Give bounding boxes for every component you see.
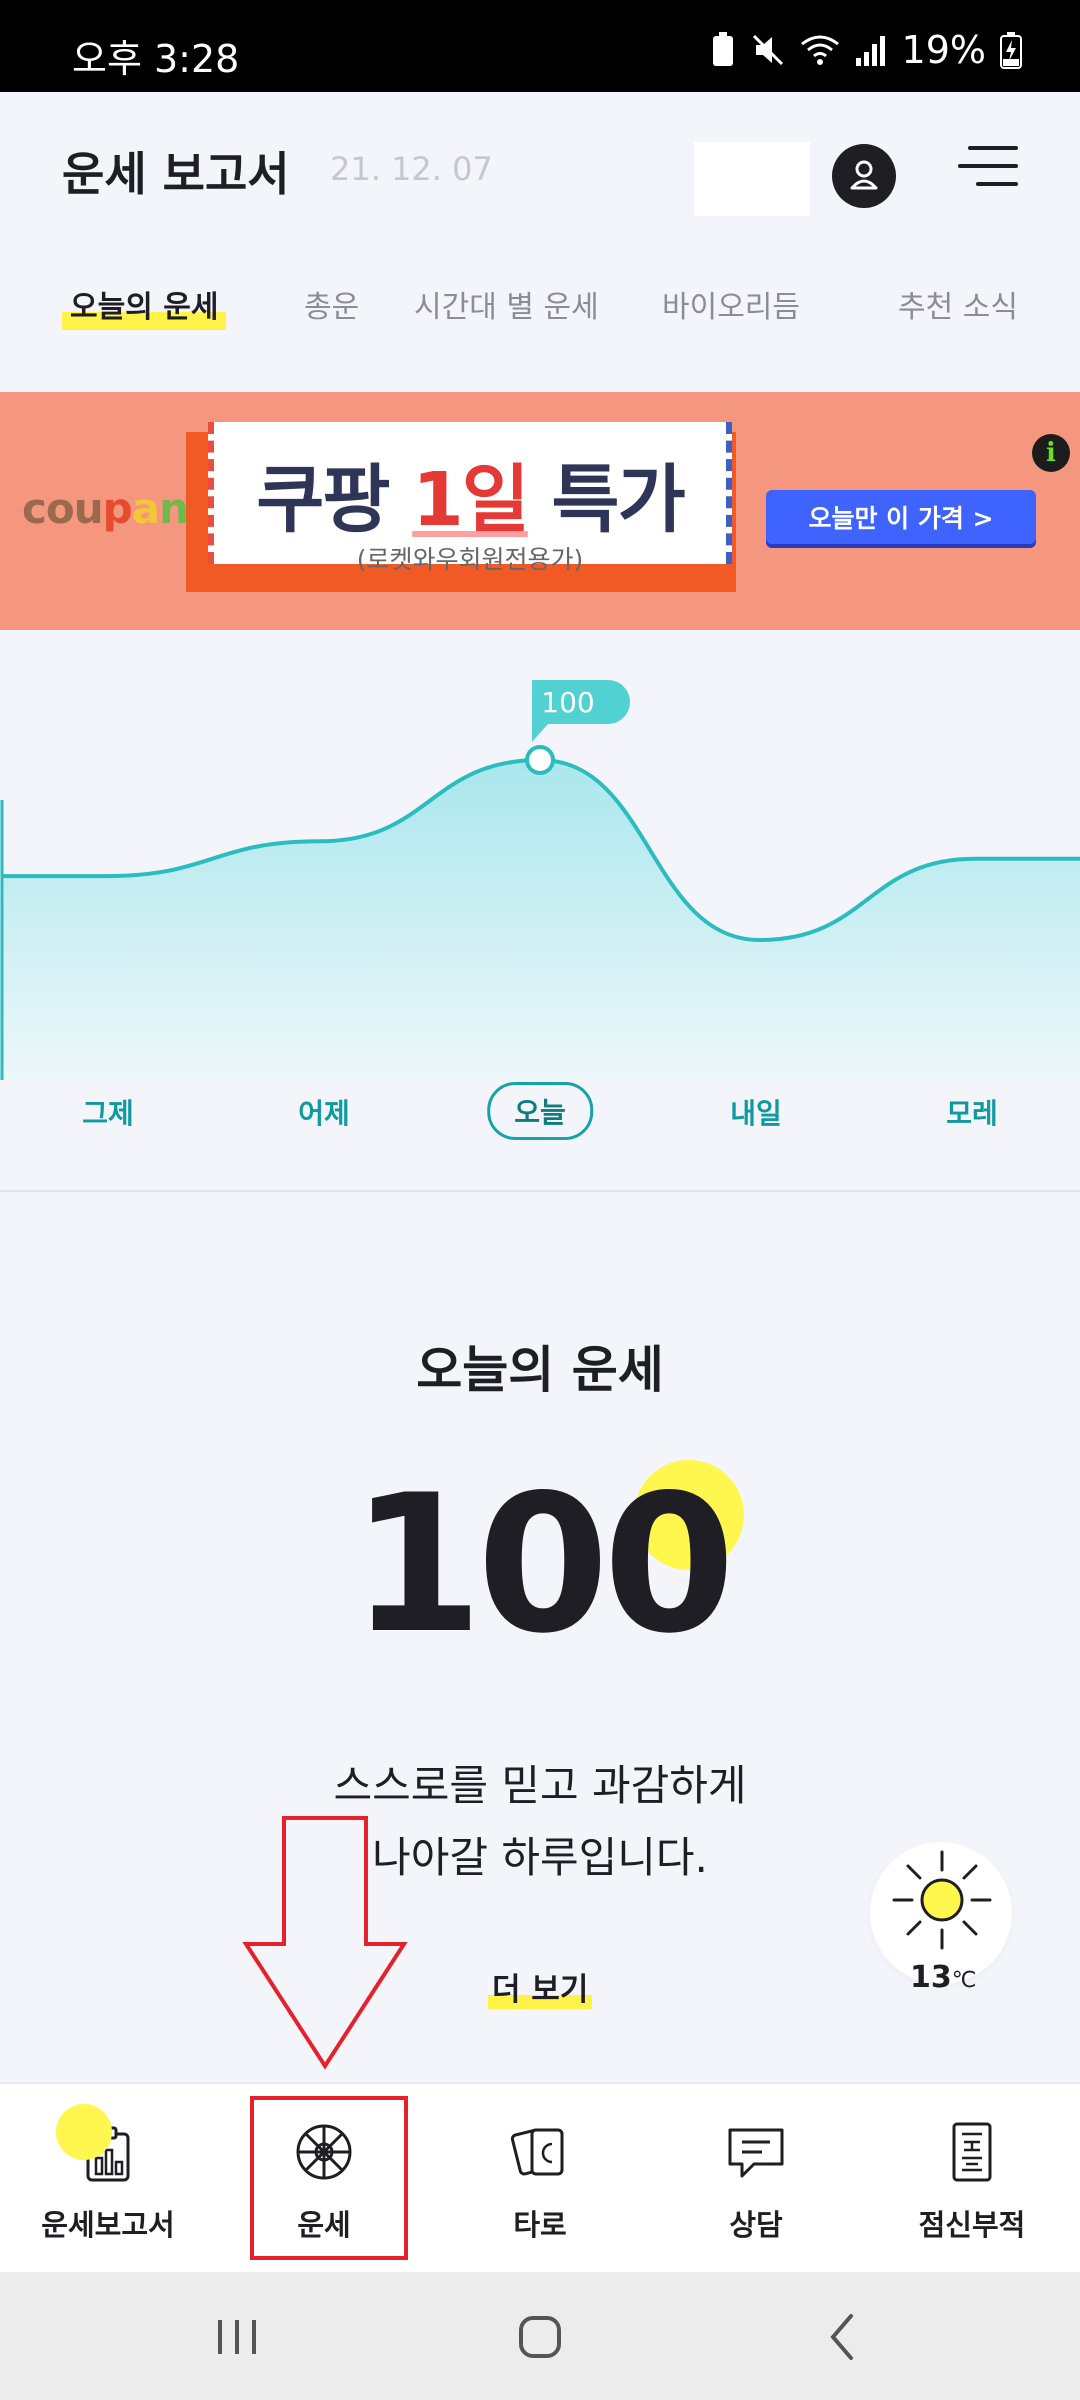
day-label-day-before[interactable]: 그제 [82,1092,134,1132]
fortune-chart: 100 [0,680,1080,1080]
back-icon[interactable] [797,2302,887,2372]
recent-apps-icon[interactable] [192,2302,282,2372]
battery-percent: 19% [901,28,986,72]
nav-talisman[interactable]: 점신부적 [864,2084,1080,2274]
chart-point-today [525,745,555,775]
tab-recommended-news[interactable]: 추천 소식 [898,282,1018,326]
nav-label-consult: 상담 [729,2208,783,2242]
day-label-tomorrow[interactable]: 내일 [730,1092,782,1132]
menu-button[interactable] [956,142,1020,192]
status-bar: 오후 3:28 19% [0,0,1080,92]
talisman-icon [952,2122,992,2182]
status-icons: 19% [710,28,1022,72]
header-blank-box [694,142,810,216]
system-nav-bar [0,2272,1080,2400]
nav-tarot[interactable]: 타로 [432,2084,648,2274]
ad-info-icon[interactable]: i [1032,434,1070,472]
tab-bar: 오늘의 운세 총운 시간대 별 운세 바이오리듬 추천 소식 [0,260,1080,350]
home-icon[interactable] [495,2302,585,2372]
annotation-highlight-box [250,2096,408,2260]
fortune-desc-line1: 스스로를 믿고 과감하게 [333,1761,747,1810]
wifi-icon [800,35,839,65]
app-header: 운세 보고서 21. 12. 07 [0,92,1080,242]
signal-icon [855,36,885,66]
profile-button[interactable] [832,144,896,208]
ad-card: 쿠팡 1일 특가 (로켓와우회원전용가) [208,422,732,574]
fortune-title: 오늘의 운세 [416,1341,664,1399]
more-button[interactable]: 더 보기 [487,1964,593,2009]
user-icon [850,160,878,190]
nav-label-talisman: 점신부적 [918,2208,1026,2242]
nav-label-tarot: 타로 [513,2208,567,2242]
battery-charging-icon [1000,32,1022,69]
day-label-yesterday[interactable]: 어제 [298,1092,350,1132]
ad-cta-button[interactable]: 오늘만 이 가격 > [766,490,1036,544]
mute-icon [752,34,783,66]
chart-day-labels: 그제 어제 오늘 내일 모레 [0,1082,1080,1146]
nav-label-fortune-report: 운세보고서 [41,2208,175,2242]
bottom-nav: 운세보고서 운세 타로 상담 점신부적 [0,2082,1080,2274]
sun-icon [892,1850,992,1950]
annotation-arrow [242,1816,408,2070]
tarot-icon [510,2128,564,2176]
nav-yellow-dot [56,2104,112,2160]
day-label-today[interactable]: 오늘 [487,1082,593,1140]
chat-icon [728,2128,784,2178]
chart-value-label: 100 [541,686,594,719]
tab-biorhythm[interactable]: 바이오리듬 [662,282,800,326]
weather-temp: 13℃ [910,1960,977,1995]
header-date: 21. 12. 07 [330,150,493,188]
day-label-day-after[interactable]: 모레 [946,1092,998,1132]
chart-area-fill [2,760,1080,1080]
status-time: 오후 3:28 [72,37,240,81]
battery-saver-icon [712,32,733,66]
nav-consult[interactable]: 상담 [648,2084,864,2274]
ad-headline: 쿠팡 1일 특가 [256,457,685,543]
fortune-score: 100 [350,1454,736,1675]
hamburger-icon [958,146,1018,186]
page-title: 운세 보고서 [62,147,290,201]
section-divider [0,1190,1080,1192]
ad-banner[interactable]: coupang 쿠팡 1일 특가 (로켓와우회원전용가) 오늘만 이 가격 > … [0,392,1080,630]
tab-general-fortune[interactable]: 총운 [304,282,359,326]
nav-fortune-report[interactable]: 운세보고서 [0,2084,216,2274]
ad-subtext: (로켓와우회원전용가) [356,545,584,574]
tab-today-fortune[interactable]: 오늘의 운세 [61,282,227,330]
tab-time-fortune[interactable]: 시간대 별 운세 [414,282,599,326]
